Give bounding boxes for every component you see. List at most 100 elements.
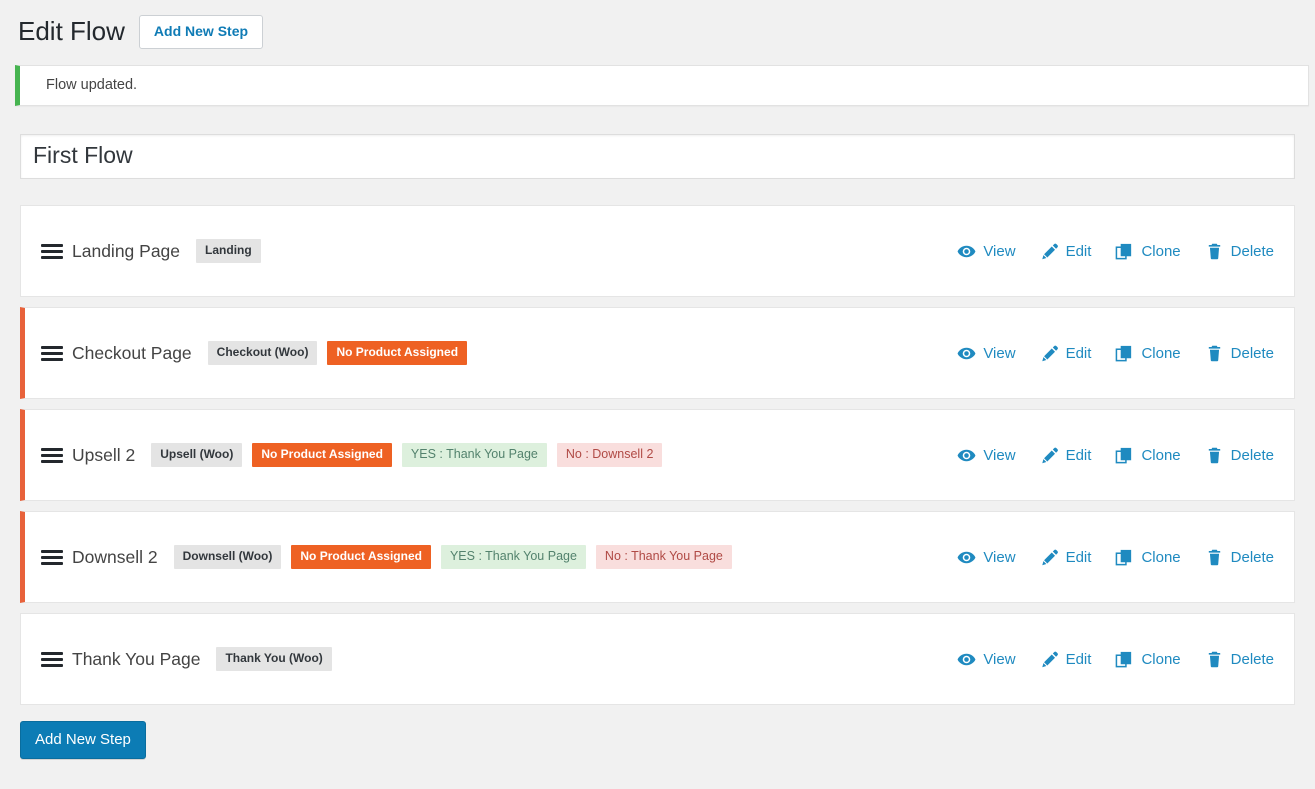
clone-label: Clone — [1141, 344, 1181, 362]
step-left: Upsell 2 Upsell (Woo) No Product Assigned Y… — [25, 442, 957, 468]
delete-icon — [1205, 650, 1224, 669]
edit-action[interactable]: Edit — [1040, 548, 1092, 567]
delete-label: Delete — [1230, 548, 1274, 566]
step-actions: View Edit Clone Delete — [957, 242, 1274, 261]
step-badges: Downsell (Woo) No Product Assigned YES : T… — [173, 544, 732, 570]
clone-icon — [1115, 548, 1134, 567]
badge-type: Landing — [196, 238, 261, 264]
delete-icon — [1205, 344, 1224, 363]
step-row: Thank You Page Thank You (Woo) View Edit Clo… — [20, 613, 1295, 705]
delete-action[interactable]: Delete — [1205, 548, 1274, 567]
clone-action[interactable]: Clone — [1115, 344, 1181, 363]
step-name: Downsell 2 — [72, 546, 158, 567]
view-action[interactable]: View — [957, 650, 1016, 669]
page-title: Edit Flow — [18, 16, 125, 47]
flow-title-input[interactable] — [20, 134, 1295, 179]
step-actions: View Edit Clone Delete — [957, 650, 1274, 669]
delete-action[interactable]: Delete — [1205, 650, 1274, 669]
edit-icon — [1040, 446, 1059, 465]
step-actions: View Edit Clone Delete — [957, 446, 1274, 465]
clone-action[interactable]: Clone — [1115, 548, 1181, 567]
step-name: Upsell 2 — [72, 444, 136, 465]
step-actions: View Edit Clone Delete — [957, 344, 1274, 363]
badge-type: Thank You (Woo) — [216, 646, 332, 672]
view-icon — [957, 548, 976, 567]
step-row: Checkout Page Checkout (Woo) No Product As… — [20, 307, 1295, 399]
edit-action[interactable]: Edit — [1040, 446, 1092, 465]
page-header: Edit Flow Add New Step — [0, 0, 1315, 60]
badge-yes: YES : Thank You Page — [440, 544, 586, 570]
step-name: Checkout Page — [72, 342, 192, 363]
edit-icon — [1040, 242, 1059, 261]
view-action[interactable]: View — [957, 344, 1016, 363]
clone-label: Clone — [1141, 548, 1181, 566]
drag-handle-icon[interactable] — [41, 345, 63, 361]
delete-icon — [1205, 548, 1224, 567]
add-new-step-button-bottom[interactable]: Add New Step — [20, 721, 146, 759]
flow-updated-notice: Flow updated. — [15, 65, 1309, 106]
edit-label: Edit — [1065, 650, 1092, 668]
delete-label: Delete — [1230, 650, 1274, 668]
step-badges: Checkout (Woo) No Product Assigned — [207, 340, 468, 366]
drag-handle-icon[interactable] — [41, 549, 63, 565]
view-icon — [957, 344, 976, 363]
view-icon — [957, 446, 976, 465]
edit-label: Edit — [1065, 344, 1092, 362]
badge-warn: No Product Assigned — [252, 442, 392, 468]
step-actions: View Edit Clone Delete — [957, 548, 1274, 567]
drag-handle-icon[interactable] — [41, 447, 63, 463]
badge-warn: No Product Assigned — [291, 544, 431, 570]
edit-action[interactable]: Edit — [1040, 242, 1092, 261]
delete-action[interactable]: Delete — [1205, 446, 1274, 465]
edit-icon — [1040, 344, 1059, 363]
step-badges: Upsell (Woo) No Product Assigned YES : Tha… — [151, 442, 663, 468]
clone-icon — [1115, 242, 1134, 261]
edit-action[interactable]: Edit — [1040, 650, 1092, 669]
delete-icon — [1205, 242, 1224, 261]
edit-label: Edit — [1065, 446, 1092, 464]
drag-handle-icon[interactable] — [41, 651, 63, 667]
clone-action[interactable]: Clone — [1115, 242, 1181, 261]
step-left: Landing Page Landing — [21, 238, 957, 264]
step-row: Downsell 2 Downsell (Woo) No Product Assig… — [20, 511, 1295, 603]
edit-label: Edit — [1065, 548, 1092, 566]
step-name: Thank You Page — [72, 648, 201, 669]
badge-type: Checkout (Woo) — [207, 340, 318, 366]
clone-label: Clone — [1141, 242, 1181, 260]
clone-action[interactable]: Clone — [1115, 650, 1181, 669]
view-label: View — [983, 650, 1016, 668]
step-left: Checkout Page Checkout (Woo) No Product As… — [25, 340, 957, 366]
delete-action[interactable]: Delete — [1205, 344, 1274, 363]
view-icon — [957, 650, 976, 669]
view-action[interactable]: View — [957, 446, 1016, 465]
delete-label: Delete — [1230, 446, 1274, 464]
add-new-step-button-top[interactable]: Add New Step — [138, 15, 264, 49]
view-action[interactable]: View — [957, 548, 1016, 567]
delete-action[interactable]: Delete — [1205, 242, 1274, 261]
step-row: Upsell 2 Upsell (Woo) No Product Assigned Y… — [20, 409, 1295, 501]
footer-bar: Add New Step — [20, 721, 1315, 759]
edit-icon — [1040, 548, 1059, 567]
edit-action[interactable]: Edit — [1040, 344, 1092, 363]
edit-icon — [1040, 650, 1059, 669]
badge-no: No : Downsell 2 — [556, 442, 663, 468]
clone-icon — [1115, 344, 1134, 363]
clone-action[interactable]: Clone — [1115, 446, 1181, 465]
steps-list: Landing Page Landing View Edit Clone Delete Ch… — [20, 205, 1295, 705]
drag-handle-icon[interactable] — [41, 243, 63, 259]
clone-icon — [1115, 650, 1134, 669]
page-root: Edit Flow Add New Step Flow updated. Lan… — [0, 0, 1315, 789]
view-label: View — [983, 548, 1016, 566]
edit-label: Edit — [1065, 242, 1092, 260]
step-badges: Landing — [196, 238, 261, 264]
badge-yes: YES : Thank You Page — [401, 442, 547, 468]
clone-label: Clone — [1141, 446, 1181, 464]
view-action[interactable]: View — [957, 242, 1016, 261]
view-label: View — [983, 446, 1016, 464]
step-left: Downsell 2 Downsell (Woo) No Product Assig… — [25, 544, 957, 570]
clone-icon — [1115, 446, 1134, 465]
step-left: Thank You Page Thank You (Woo) — [21, 646, 957, 672]
delete-label: Delete — [1230, 344, 1274, 362]
view-label: View — [983, 242, 1016, 260]
badge-warn: No Product Assigned — [327, 340, 468, 366]
